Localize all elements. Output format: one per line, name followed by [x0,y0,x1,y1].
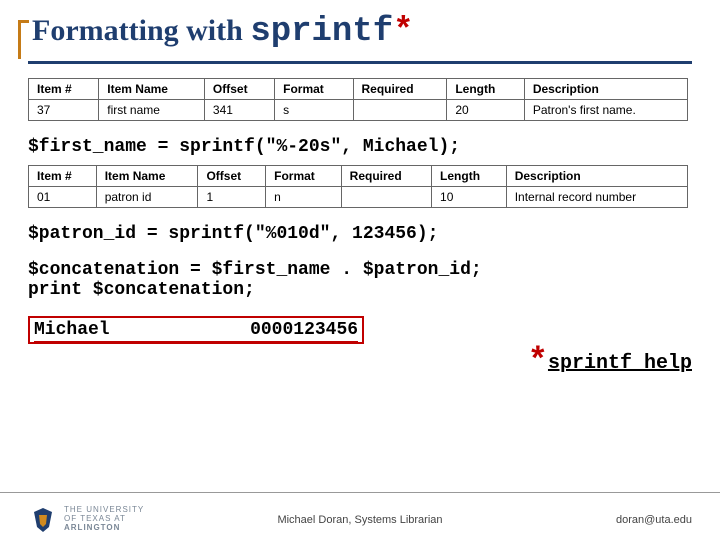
td: 01 [29,186,97,207]
th: Length [447,78,524,99]
th: Offset [204,78,274,99]
footer: THE UNIVERSITY OF TEXAS AT ARLINGTON Mic… [0,492,720,540]
th: Format [266,165,342,186]
fields-table-1: Item # Item Name Offset Format Required … [28,78,688,121]
help-note: *sprintf help [28,352,692,375]
td: 20 [447,99,524,120]
th: Item # [29,78,99,99]
title-prefix: Formatting with [32,14,250,47]
output-part2: 0000123456 [250,320,358,343]
th: Item Name [99,78,205,99]
title-asterisk: * [393,13,413,51]
td: 37 [29,99,99,120]
slide: Formatting with sprintf* Item # Item Nam… [0,0,720,540]
td [353,99,447,120]
th: Description [524,78,687,99]
td: n [266,186,342,207]
code-line-1: $first_name = sprintf("%-20s", Michael); [28,137,692,157]
th: Offset [198,165,266,186]
title-mono: sprintf [250,13,393,51]
td: 1 [198,186,266,207]
td: s [275,99,353,120]
slide-title: Formatting with sprintf* [32,12,692,53]
td: Internal record number [506,186,687,207]
td [341,186,431,207]
footer-center: Michael Doran, Systems Librarian [0,514,720,526]
th: Length [432,165,507,186]
th: Item # [29,165,97,186]
td: 341 [204,99,274,120]
td: patron id [96,186,198,207]
table-row: 37 first name 341 s 20 Patron's first na… [29,99,688,120]
table-row: 01 patron id 1 n 10 Internal record numb… [29,186,688,207]
output-part1: Michael [34,320,110,343]
td: 10 [432,186,507,207]
help-asterisk: * [528,344,548,382]
sprintf-help-link[interactable]: sprintf help [548,352,692,375]
table-header-row: Item # Item Name Offset Format Required … [29,78,688,99]
th: Item Name [96,165,198,186]
title-wrap: Formatting with sprintf* [28,12,692,64]
fields-table-2: Item # Item Name Offset Format Required … [28,165,688,208]
code-line-2: $patron_id = sprintf("%010d", 123456); [28,224,692,244]
th: Required [353,78,447,99]
table-header-row: Item # Item Name Offset Format Required … [29,165,688,186]
title-accent [18,20,29,59]
output-pad [110,320,250,343]
code-line-3b: print $concatenation; [28,280,692,300]
td: Patron's first name. [524,99,687,120]
td: first name [99,99,205,120]
code-line-3a: $concatenation = $first_name . $patron_i… [28,260,692,280]
output-box: Michael 0000123456 [28,316,364,344]
th: Format [275,78,353,99]
th: Required [341,165,431,186]
th: Description [506,165,687,186]
